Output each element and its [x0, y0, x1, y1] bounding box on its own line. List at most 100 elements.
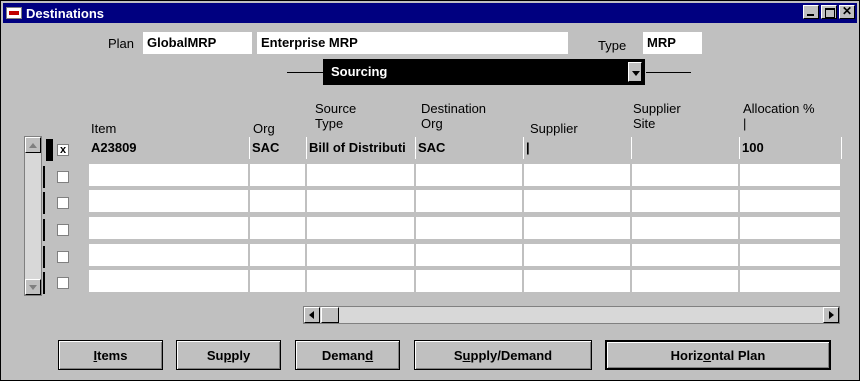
supply-button[interactable]: Su p ply: [176, 340, 281, 370]
cell-item[interactable]: [89, 190, 250, 212]
table-row[interactable]: A23809 SAC Bill of Distributi SAC | 100: [89, 137, 842, 159]
demand-button-label-pre: Deman: [321, 347, 366, 363]
plan-label: Plan: [108, 36, 135, 51]
scroll-left-icon[interactable]: [304, 307, 320, 323]
cell-supplier-site[interactable]: [632, 164, 740, 186]
supply-button-label-pre: Su: [206, 347, 224, 363]
cell-destination-org[interactable]: [416, 190, 524, 212]
cell-allocation[interactable]: [740, 244, 842, 266]
minimize-icon[interactable]: [803, 5, 819, 19]
plan-description-field[interactable]: Enterprise MRP: [257, 32, 568, 54]
row-indicator[interactable]: [43, 272, 51, 294]
cell-source-type[interactable]: [307, 190, 416, 212]
row-indicator[interactable]: [43, 166, 51, 188]
cell-allocation[interactable]: 100: [740, 137, 842, 159]
cell-destination-org[interactable]: [416, 164, 524, 186]
cell-supplier-site[interactable]: [632, 137, 740, 159]
cell-destination-org[interactable]: [416, 217, 524, 239]
cell-allocation[interactable]: [740, 217, 842, 239]
cell-destination-org[interactable]: SAC: [416, 137, 524, 159]
cell-supplier-site[interactable]: [632, 190, 740, 212]
cell-destination-org[interactable]: [416, 270, 524, 292]
table-row[interactable]: [89, 244, 842, 266]
cell-allocation[interactable]: [740, 190, 842, 212]
cell-supplier[interactable]: [524, 270, 632, 292]
plan-field[interactable]: GlobalMRP: [143, 32, 252, 54]
scroll-up-icon[interactable]: [25, 137, 41, 153]
cell-supplier-site[interactable]: [632, 270, 740, 292]
row-checkbox[interactable]: [57, 197, 69, 209]
horizontal-scrollbar[interactable]: [303, 306, 840, 324]
col-header-supplier-site: Supplier Site: [633, 101, 681, 131]
row-checkbox[interactable]: [57, 277, 69, 289]
supply-demand-button-label-post: pply/Demand: [470, 347, 553, 363]
row-checkbox[interactable]: [57, 224, 69, 236]
cell-allocation[interactable]: [740, 270, 842, 292]
horizontal-plan-button[interactable]: Horiz o ntal Plan: [605, 340, 831, 370]
col-header-supplier: Supplier: [530, 121, 578, 136]
close-icon[interactable]: [839, 4, 855, 19]
horizontal-plan-button-label-post: ntal Plan: [711, 347, 766, 363]
cell-supplier[interactable]: [524, 190, 632, 212]
cell-supplier[interactable]: |: [524, 137, 632, 159]
cell-item[interactable]: [89, 217, 250, 239]
maximize-icon[interactable]: [821, 5, 837, 19]
cell-supplier[interactable]: [524, 217, 632, 239]
cell-supplier[interactable]: [524, 164, 632, 186]
col-header-source-type: Source Type: [315, 101, 357, 131]
cell-supplier-site[interactable]: [632, 217, 740, 239]
col-header-item: Item: [91, 121, 117, 136]
cell-org[interactable]: [250, 244, 307, 266]
cell-source-type[interactable]: [307, 244, 416, 266]
supply-button-mnemonic: p: [223, 347, 232, 363]
title-bar: Destinations: [3, 3, 857, 23]
separator-line-right: [646, 72, 691, 73]
cell-supplier-site[interactable]: [632, 244, 740, 266]
table-row[interactable]: [89, 270, 842, 292]
cell-source-type[interactable]: [307, 270, 416, 292]
supply-demand-button[interactable]: Su pply/Demand: [414, 340, 592, 370]
view-select[interactable]: Sourcing: [323, 59, 645, 85]
chevron-down-icon[interactable]: [628, 62, 642, 82]
cell-org[interactable]: SAC: [250, 137, 307, 159]
row-indicator[interactable]: [43, 219, 51, 241]
horizontal-scroll-thumb[interactable]: [321, 307, 339, 323]
row-indicator[interactable]: [43, 246, 51, 268]
col-header-destination-org: Destination Org: [421, 101, 487, 131]
cell-supplier[interactable]: [524, 244, 632, 266]
col-header-org: Org: [253, 121, 275, 136]
cell-destination-org[interactable]: [416, 244, 524, 266]
cell-allocation[interactable]: [740, 164, 842, 186]
cell-source-type[interactable]: [307, 164, 416, 186]
table-row[interactable]: [89, 217, 842, 239]
scroll-down-icon[interactable]: [25, 279, 41, 295]
type-field[interactable]: MRP: [643, 32, 702, 54]
current-row-indicator: [46, 139, 53, 161]
horizontal-plan-button-label-pre: Horiz: [670, 347, 704, 363]
cell-org[interactable]: [250, 217, 307, 239]
vertical-scrollbar[interactable]: [24, 136, 42, 296]
window-title: Destinations: [26, 5, 105, 21]
table-row[interactable]: [89, 164, 842, 186]
cell-item[interactable]: A23809: [89, 137, 250, 159]
cell-org[interactable]: [250, 270, 307, 292]
cell-org[interactable]: [250, 164, 307, 186]
row-checkbox[interactable]: [57, 251, 69, 263]
table-row[interactable]: [89, 190, 842, 212]
cell-source-type[interactable]: [307, 217, 416, 239]
row-checkbox[interactable]: x: [57, 144, 69, 156]
demand-button[interactable]: Deman d: [295, 340, 400, 370]
col-header-allocation: Allocation % |: [743, 101, 815, 131]
row-indicator[interactable]: [43, 192, 51, 214]
row-checkbox[interactable]: [57, 171, 69, 183]
cell-item[interactable]: [89, 244, 250, 266]
destinations-window: Destinations Plan GlobalMRP Enterprise M…: [0, 0, 860, 381]
separator-line-left: [287, 72, 323, 73]
scroll-right-icon[interactable]: [823, 307, 839, 323]
cell-item[interactable]: [89, 270, 250, 292]
cell-org[interactable]: [250, 190, 307, 212]
cell-source-type[interactable]: Bill of Distributi: [307, 137, 416, 159]
oracle-app-icon: [6, 7, 22, 19]
cell-item[interactable]: [89, 164, 250, 186]
items-button[interactable]: Items: [58, 340, 163, 370]
